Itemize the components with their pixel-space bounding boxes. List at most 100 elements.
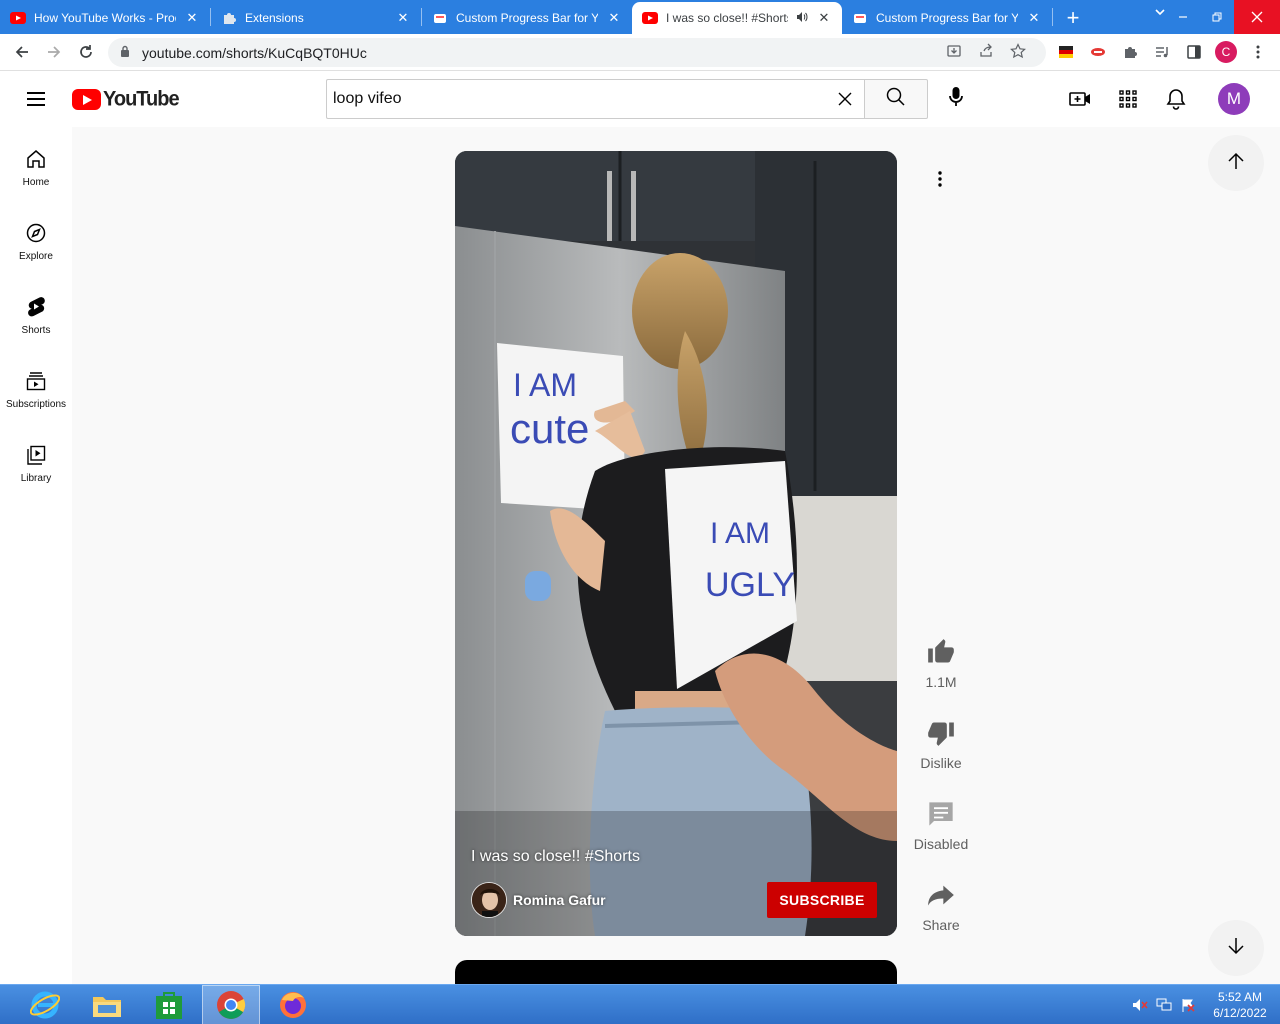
taskbar-clock[interactable]: 5:52 AM 6/12/2022 [1200, 989, 1280, 1021]
puzzle-icon [221, 10, 237, 26]
youtube-logo[interactable]: YouTube [72, 87, 180, 111]
firefox-icon[interactable] [264, 985, 322, 1024]
create-video-icon[interactable] [1068, 87, 1092, 111]
arrow-down-icon [1226, 936, 1246, 961]
extension-favicon-icon [852, 10, 868, 26]
tab-title: Custom Progress Bar for Yo [456, 11, 598, 25]
extension-favicon-icon [432, 10, 448, 26]
share-button[interactable]: Share [905, 875, 977, 933]
comment-icon [921, 794, 961, 834]
youtube-play-logo-icon [72, 89, 101, 110]
share-label: Share [922, 917, 960, 933]
apps-grid-icon[interactable] [1116, 87, 1140, 111]
shorts-icon [24, 295, 48, 319]
red-extension-icon[interactable] [1082, 34, 1114, 70]
tab-close-icon[interactable]: ✕ [606, 10, 622, 26]
account-avatar[interactable]: M [1218, 83, 1250, 115]
dislike-button[interactable]: Dislike [905, 713, 977, 771]
clear-search-icon[interactable] [831, 85, 859, 113]
window-close-button[interactable] [1234, 0, 1280, 34]
back-sign-text-2: UGLY [705, 566, 795, 604]
like-button[interactable]: 1.1M [905, 632, 977, 690]
profile-avatar[interactable]: C [1210, 34, 1242, 70]
guide-item-label: Subscriptions [5, 399, 67, 410]
browser-tab-strip: How YouTube Works - Prod ✕ Extensions ✕ … [0, 0, 1280, 34]
action-center-flag-icon[interactable] [1176, 993, 1200, 1017]
address-bar[interactable]: youtube.com/shorts/KuCqBQT0HUc [108, 38, 1046, 67]
search-button[interactable] [864, 79, 928, 119]
flag-extension-icon[interactable] [1050, 34, 1082, 70]
extensions-puzzle-icon[interactable] [1114, 34, 1146, 70]
network-icon[interactable] [1152, 993, 1176, 1017]
youtube-wordmark: YouTube [103, 87, 180, 111]
voice-search-button[interactable] [936, 79, 976, 119]
channel-avatar[interactable] [471, 882, 507, 918]
fridge-sign-text-2: cute [510, 405, 589, 452]
browser-tab[interactable]: How YouTube Works - Prod ✕ [0, 2, 210, 34]
next-short-preview[interactable] [455, 960, 897, 984]
subscribe-button[interactable]: SUBSCRIBE [767, 882, 877, 918]
arrow-up-icon [1226, 151, 1246, 176]
search-input[interactable]: loop vifeo [326, 79, 865, 119]
internet-explorer-icon[interactable] [16, 985, 74, 1024]
bookmark-star-icon[interactable] [1002, 43, 1034, 62]
back-arrow-icon[interactable] [6, 36, 38, 68]
browser-tab-active[interactable]: I was so close!! #Shorts ✕ [632, 2, 842, 34]
dislike-label: Dislike [920, 755, 962, 771]
share-arrow-icon [921, 875, 961, 915]
browser-toolbar: youtube.com/shorts/KuCqBQT0HUc C [0, 34, 1280, 71]
back-sign-text-1: I AM [710, 517, 770, 550]
notifications-bell-icon[interactable] [1164, 87, 1188, 111]
chrome-icon[interactable] [202, 985, 260, 1024]
tab-search-chevron-icon[interactable] [1154, 6, 1166, 21]
previous-short-button[interactable] [1208, 135, 1264, 191]
like-count: 1.1M [925, 674, 957, 690]
guide-item-library[interactable]: Library [0, 423, 72, 497]
hamburger-menu-icon[interactable] [24, 88, 48, 112]
next-short-button[interactable] [1208, 920, 1264, 976]
video-frame: I AM cute I AM UGLY [455, 151, 897, 936]
fridge-sign-text-1: I AM [513, 367, 577, 403]
guide-item-subscriptions[interactable]: Subscriptions [0, 349, 72, 423]
reload-icon[interactable] [70, 36, 102, 68]
share-icon[interactable] [970, 43, 1002, 62]
channel-name[interactable]: Romina Gafur [513, 892, 606, 908]
forward-arrow-icon[interactable] [38, 36, 70, 68]
browser-tab[interactable]: Extensions ✕ [211, 2, 421, 34]
shorts-video-player[interactable]: I AM cute I AM UGLY I was so close!! #Sh… [455, 151, 897, 936]
browser-tab[interactable]: Custom Progress Bar for Yo ✕ [422, 2, 632, 34]
search-query-text: loop vifeo [333, 90, 402, 107]
tab-title: Custom Progress Bar for Yo [876, 11, 1018, 25]
new-tab-button[interactable]: + [1053, 2, 1093, 34]
tab-close-icon[interactable]: ✕ [184, 10, 200, 26]
system-tray: 5:52 AM 6/12/2022 [1128, 985, 1280, 1024]
guide-item-shorts[interactable]: Shorts [0, 275, 72, 349]
media-controls-icon[interactable] [1146, 34, 1178, 70]
side-panel-icon[interactable] [1178, 34, 1210, 70]
window-restore-button[interactable] [1200, 0, 1234, 34]
file-explorer-icon[interactable] [78, 985, 136, 1024]
profile-letter: C [1215, 41, 1237, 63]
volume-muted-icon[interactable] [1128, 993, 1152, 1017]
url-text: youtube.com/shorts/KuCqBQT0HUc [142, 44, 367, 61]
speaker-icon[interactable] [796, 11, 808, 26]
browser-tab[interactable]: Custom Progress Bar for Yo ✕ [842, 2, 1052, 34]
guide-item-explore[interactable]: Explore [0, 201, 72, 275]
thumbs-down-icon [921, 713, 961, 753]
guide-item-home[interactable]: Home [0, 127, 72, 201]
browser-menu-icon[interactable] [1242, 34, 1274, 70]
guide-item-label: Shorts [21, 325, 51, 336]
short-title[interactable]: I was so close!! #Shorts [471, 848, 640, 866]
lock-icon [120, 45, 132, 60]
tab-close-icon[interactable]: ✕ [395, 10, 411, 26]
tab-close-icon[interactable]: ✕ [1026, 10, 1042, 26]
install-app-icon[interactable] [938, 43, 970, 62]
clock-date: 6/12/2022 [1213, 1006, 1267, 1020]
tab-title: How YouTube Works - Prod [34, 11, 176, 25]
more-actions-icon[interactable] [925, 164, 955, 194]
window-minimize-button[interactable] [1166, 0, 1200, 34]
home-icon [24, 147, 48, 171]
tab-close-icon[interactable]: ✕ [816, 10, 832, 26]
guide-item-label: Home [22, 177, 50, 188]
store-icon[interactable] [140, 985, 198, 1024]
